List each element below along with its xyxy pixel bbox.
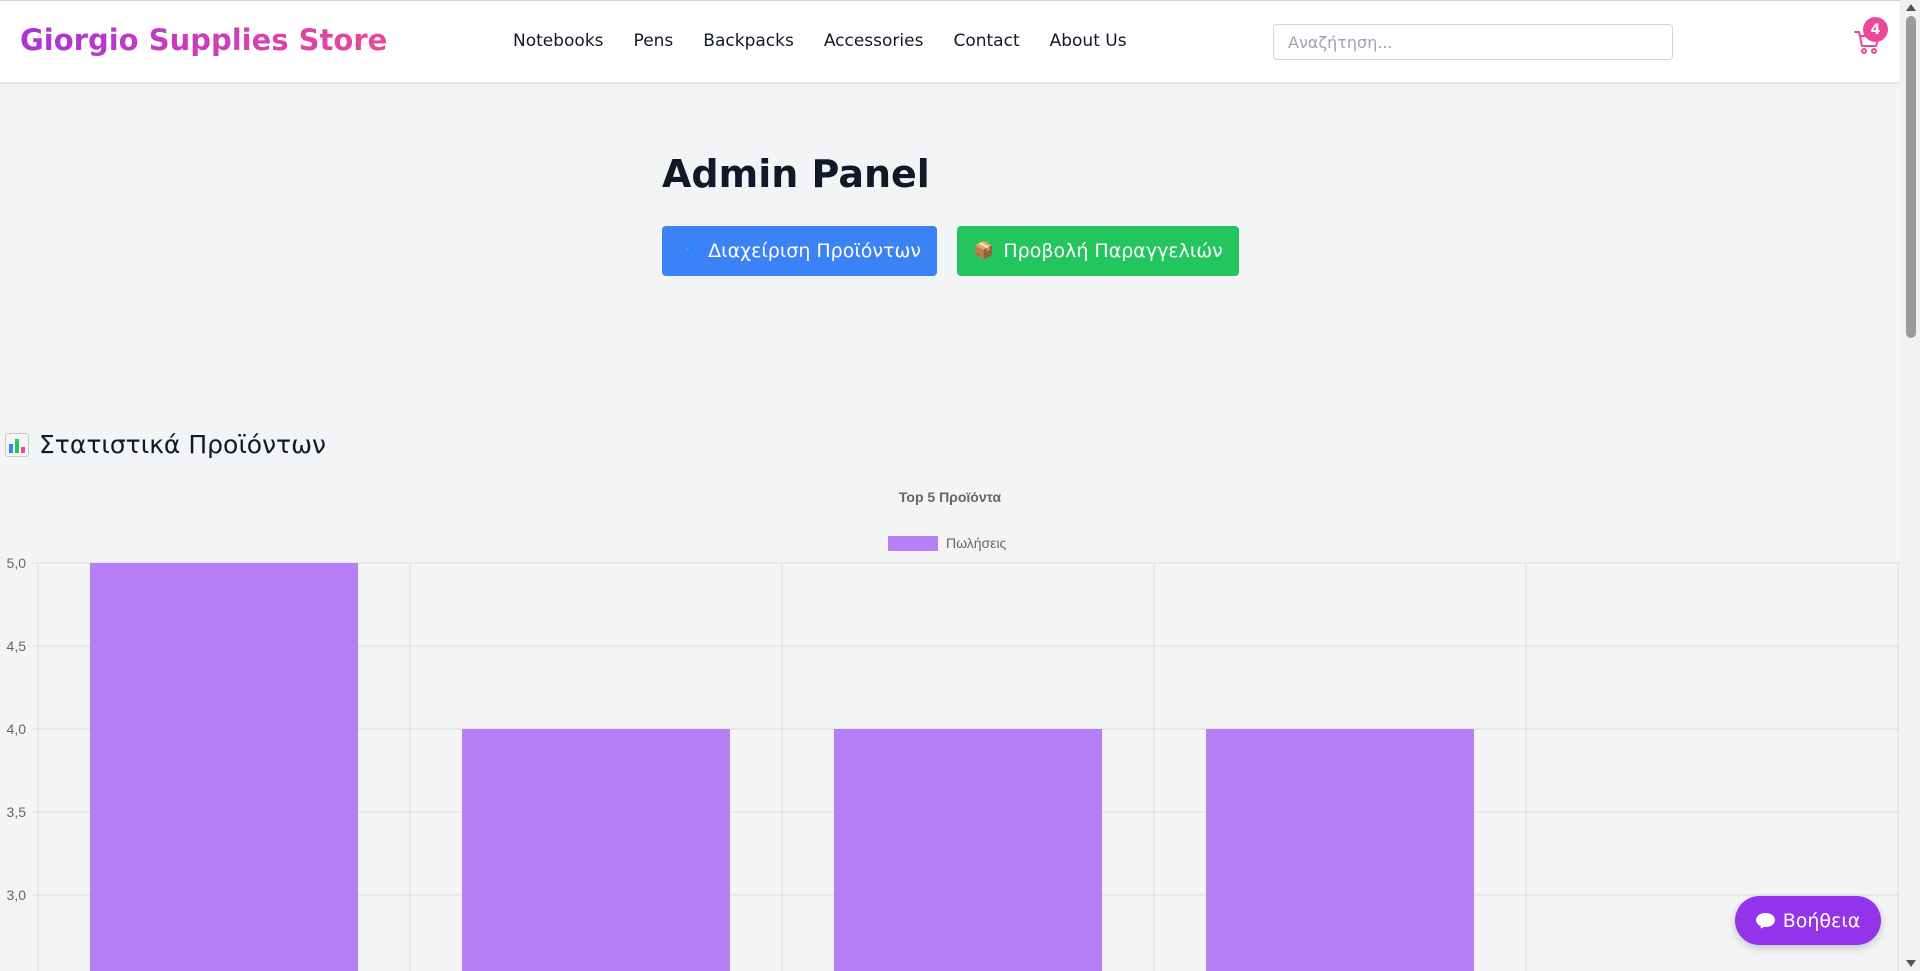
page-title: Admin Panel: [662, 152, 930, 196]
y-tick-label: 5,0: [7, 555, 27, 571]
help-chat-button[interactable]: Βοήθεια: [1735, 896, 1881, 945]
page-scrollbar[interactable]: [1902, 0, 1920, 971]
bar-2: [462, 729, 730, 971]
blue-diamond-icon: 🔹: [677, 241, 700, 261]
search-input[interactable]: [1273, 24, 1673, 60]
y-tick-label: 3,5: [7, 804, 27, 820]
help-button-label: Βοήθεια: [1782, 909, 1861, 932]
nav-link-contact[interactable]: Contact: [953, 31, 1019, 51]
scrollbar-thumb[interactable]: [1906, 16, 1916, 338]
bar-1: [90, 563, 358, 971]
nav-link-backpacks[interactable]: Backpacks: [703, 31, 794, 51]
top-navbar: Giorgio Supplies Store Notebooks Pens Ba…: [0, 0, 1900, 82]
y-tick-label: 4,5: [7, 638, 27, 654]
stats-heading: Στατιστικά Προϊόντων: [5, 430, 326, 459]
package-icon: 📦: [973, 241, 995, 261]
top-products-chart: Top 5 Προϊόντα Πωλήσεις 5,0 4,5 4,0 3,5 3,0: [7, 489, 1900, 971]
nav-link-pens[interactable]: Pens: [634, 31, 674, 51]
brand-logo[interactable]: Giorgio Supplies Store: [20, 23, 387, 57]
scroll-up-arrow-icon[interactable]: [1906, 4, 1916, 11]
manage-products-button[interactable]: 🔹 Διαχείριση Προϊόντων: [662, 226, 937, 276]
cart-count-badge: 4: [1863, 17, 1888, 42]
bar-chart-icon: [5, 432, 29, 457]
scroll-down-arrow-icon[interactable]: [1906, 960, 1916, 967]
legend-swatch: [888, 536, 938, 551]
main-nav: Notebooks Pens Backpacks Accessories Con…: [513, 31, 1127, 51]
legend-label: Πωλήσεις: [946, 535, 1007, 551]
nav-link-about-us[interactable]: About Us: [1050, 31, 1127, 51]
view-orders-button[interactable]: 📦 Προβολή Παραγγελιών: [957, 226, 1239, 276]
chat-bubble-icon: [1755, 912, 1775, 929]
nav-link-notebooks[interactable]: Notebooks: [513, 31, 604, 51]
manage-products-label: Διαχείριση Προϊόντων: [708, 240, 921, 262]
bar-3: [834, 729, 1102, 971]
stats-heading-text: Στατιστικά Προϊόντων: [39, 430, 326, 459]
nav-link-accessories[interactable]: Accessories: [824, 31, 924, 51]
bar-4: [1206, 729, 1474, 971]
y-tick-label: 4,0: [7, 721, 27, 737]
y-tick-label: 3,0: [7, 887, 27, 903]
chart-title: Top 5 Προϊόντα: [899, 489, 1002, 505]
view-orders-label: Προβολή Παραγγελιών: [1003, 240, 1223, 262]
